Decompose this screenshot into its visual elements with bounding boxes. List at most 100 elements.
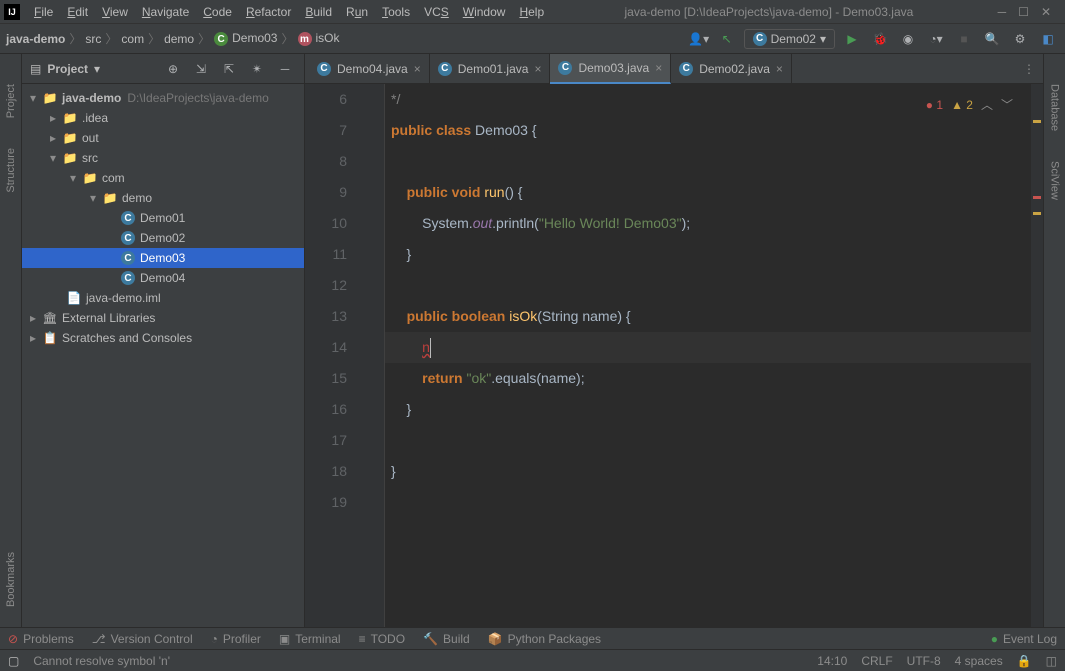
nav-bar: java-demo 〉 src 〉 com 〉 demo 〉 Demo03 〉 … xyxy=(0,24,1065,54)
tree-com[interactable]: ▾📁com xyxy=(22,168,304,188)
run-button[interactable]: ▶ xyxy=(841,28,863,50)
editor-tab[interactable]: CDemo03.java× xyxy=(550,54,671,84)
tab-close-icon[interactable]: × xyxy=(776,62,783,76)
back-arrow-icon[interactable]: ↖ xyxy=(716,28,738,50)
collapse-all-icon[interactable]: ⇱ xyxy=(218,58,240,80)
breadcrumb: java-demo 〉 src 〉 com 〉 demo 〉 Demo03 〉 … xyxy=(6,30,340,47)
line-gutter[interactable]: 678910111213141516171819 xyxy=(305,84,365,627)
menu-view[interactable]: View xyxy=(96,3,134,21)
status-line-sep[interactable]: CRLF xyxy=(861,654,892,668)
class-icon: C xyxy=(753,32,767,46)
maximize-icon[interactable]: ☐ xyxy=(1018,5,1029,19)
tree-root[interactable]: ▾📁 java-demo D:\IdeaProjects\java-demo xyxy=(22,88,304,108)
tw-python[interactable]: 📦Python Packages xyxy=(488,632,601,646)
crumb-src[interactable]: src xyxy=(85,32,101,46)
menu-edit[interactable]: Edit xyxy=(61,3,94,21)
tw-eventlog[interactable]: ●Event Log xyxy=(991,632,1057,646)
status-mem-icon[interactable]: ◫ xyxy=(1046,654,1057,668)
menu-run[interactable]: Run xyxy=(340,3,374,21)
tree-idea[interactable]: ▸📁.idea xyxy=(22,108,304,128)
status-position[interactable]: 14:10 xyxy=(817,654,847,668)
close-icon[interactable]: ✕ xyxy=(1041,5,1051,19)
debug-button[interactable]: 🐞 xyxy=(869,28,891,50)
menu-window[interactable]: Window xyxy=(457,3,512,21)
profile-button[interactable]: ◔▾ xyxy=(925,28,947,50)
menu-file[interactable]: File xyxy=(28,3,59,21)
tool-bookmarks[interactable]: Bookmarks xyxy=(5,552,17,607)
status-readonly-icon[interactable]: 🔒 xyxy=(1017,654,1032,668)
tree-iml[interactable]: 📄java-demo.iml xyxy=(22,288,304,308)
error-stripe[interactable] xyxy=(1031,84,1043,627)
tool-sciview[interactable]: SciView xyxy=(1049,161,1061,200)
crumb-class[interactable]: Demo03 xyxy=(214,31,277,47)
hide-icon[interactable]: ─ xyxy=(274,58,296,80)
next-highlight-icon[interactable]: ﹀ xyxy=(1001,90,1013,121)
menu-code[interactable]: Code xyxy=(197,3,238,21)
chevron-right-icon: 〉 xyxy=(105,30,117,47)
code-body[interactable]: */public class Demo03 { public void run(… xyxy=(385,84,1031,627)
status-icon[interactable]: ▢ xyxy=(8,654,19,668)
tool-structure[interactable]: Structure xyxy=(5,148,17,193)
editor-tab[interactable]: CDemo02.java× xyxy=(671,54,792,84)
project-panel: ▤ Project ▾ ⊕ ⇲ ⇱ ✴ ─ ▾📁 java-demo D:\Id… xyxy=(22,54,305,627)
menu-help[interactable]: Help xyxy=(513,3,550,21)
coverage-button[interactable]: ◉ xyxy=(897,28,919,50)
tree-file-demo01[interactable]: CDemo01 xyxy=(22,208,304,228)
crumb-demo[interactable]: demo xyxy=(164,32,194,46)
tab-close-icon[interactable]: × xyxy=(655,61,662,75)
tw-problems[interactable]: ⊘Problems xyxy=(8,632,74,646)
prev-highlight-icon[interactable]: ︿ xyxy=(981,90,993,121)
crumb-method[interactable]: isOk xyxy=(298,31,340,47)
tw-terminal[interactable]: ▣Terminal xyxy=(279,632,341,646)
editor-tab[interactable]: CDemo01.java× xyxy=(430,54,551,84)
crumb-com[interactable]: com xyxy=(121,32,144,46)
code-editor[interactable]: ● 1 ▲ 2 ︿ ﹀ 678910111213141516171819 */p… xyxy=(305,84,1043,627)
chevron-down-icon[interactable]: ▾ xyxy=(94,62,100,76)
learn-icon[interactable]: ◧ xyxy=(1037,28,1059,50)
project-tree[interactable]: ▾📁 java-demo D:\IdeaProjects\java-demo ▸… xyxy=(22,84,304,627)
stop-button[interactable]: ■ xyxy=(953,28,975,50)
settings-icon[interactable]: ✴ xyxy=(246,58,268,80)
tree-file-demo04[interactable]: CDemo04 xyxy=(22,268,304,288)
tw-build[interactable]: 🔨Build xyxy=(423,632,470,646)
tree-external-libs[interactable]: ▸🏛External Libraries xyxy=(22,308,304,328)
window-controls: ─ ☐ ✕ xyxy=(988,5,1061,19)
settings-icon[interactable]: ⚙ xyxy=(1009,28,1031,50)
select-open-file-icon[interactable]: ⊕ xyxy=(162,58,184,80)
status-indent[interactable]: 4 spaces xyxy=(955,654,1003,668)
tw-version-control[interactable]: ⎇Version Control xyxy=(92,632,193,646)
crumb-project[interactable]: java-demo xyxy=(6,32,65,46)
tree-file-demo03[interactable]: CDemo03 xyxy=(22,248,304,268)
editor-tab[interactable]: CDemo04.java× xyxy=(309,54,430,84)
minimize-icon[interactable]: ─ xyxy=(998,5,1007,19)
tabs-more-icon[interactable]: ⋮ xyxy=(1015,62,1043,76)
run-config-selector[interactable]: C Demo02 ▾ xyxy=(744,29,835,49)
menu-vcs[interactable]: VCS xyxy=(418,3,455,21)
fold-gutter[interactable] xyxy=(365,84,385,627)
tab-close-icon[interactable]: × xyxy=(414,62,421,76)
tree-file-demo02[interactable]: CDemo02 xyxy=(22,228,304,248)
tree-src[interactable]: ▾📁src xyxy=(22,148,304,168)
menu-build[interactable]: Build xyxy=(299,3,338,21)
menu-navigate[interactable]: Navigate xyxy=(136,3,195,21)
expand-all-icon[interactable]: ⇲ xyxy=(190,58,212,80)
tree-demo[interactable]: ▾📁demo xyxy=(22,188,304,208)
search-icon[interactable]: 🔍 xyxy=(981,28,1003,50)
tab-close-icon[interactable]: × xyxy=(534,62,541,76)
user-icon[interactable]: 👤▾ xyxy=(688,28,710,50)
tw-profiler[interactable]: ◔Profiler xyxy=(211,632,261,646)
tree-scratches[interactable]: ▸📋Scratches and Consoles xyxy=(22,328,304,348)
tool-project[interactable]: Project xyxy=(5,84,17,118)
tree-out[interactable]: ▸📁out xyxy=(22,128,304,148)
warning-indicator[interactable]: ▲ 2 xyxy=(951,90,973,121)
main-menu: File Edit View Navigate Code Refactor Bu… xyxy=(28,3,550,21)
menu-refactor[interactable]: Refactor xyxy=(240,3,297,21)
menu-tools[interactable]: Tools xyxy=(376,3,416,21)
tree-root-path: D:\IdeaProjects\java-demo xyxy=(127,91,268,105)
editor-area: CDemo04.java×CDemo01.java×CDemo03.java×C… xyxy=(305,54,1043,627)
tw-todo[interactable]: ≡TODO xyxy=(359,632,405,646)
error-indicator[interactable]: ● 1 xyxy=(926,90,943,121)
status-encoding[interactable]: UTF-8 xyxy=(907,654,941,668)
tool-database[interactable]: Database xyxy=(1049,84,1061,131)
project-panel-title[interactable]: Project xyxy=(47,62,88,76)
